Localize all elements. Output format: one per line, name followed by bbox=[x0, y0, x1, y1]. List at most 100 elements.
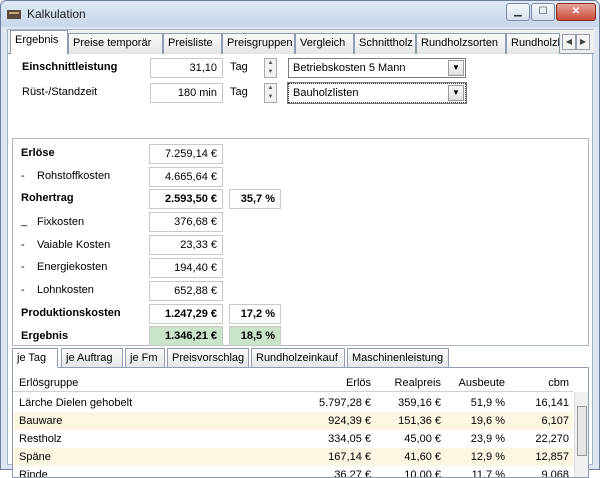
lohn-label: Lohnkosten bbox=[37, 284, 94, 296]
tab-ergebnis[interactable]: Ergebnis bbox=[10, 30, 68, 55]
cell-ausbeute: 51,9 % bbox=[470, 397, 505, 409]
cell-ausbeute: 11,7 % bbox=[471, 469, 505, 478]
tab-je-auftrag[interactable]: je Auftrag bbox=[61, 348, 123, 368]
ruestzeit-label: Rüst-/Standzeit bbox=[22, 86, 98, 98]
tab-scroll-right-icon[interactable]: ▶ bbox=[576, 34, 590, 50]
tab-vergleich[interactable]: Vergleich bbox=[295, 33, 354, 54]
tab-preisgruppen[interactable]: Preisgruppen bbox=[222, 33, 295, 54]
header-erloesgruppe[interactable]: Erlösgruppe bbox=[19, 374, 78, 392]
title-bar[interactable]: Kalkulation ▁ ☐ ✕ bbox=[1, 1, 599, 27]
einschnittleistung-unit: Tag bbox=[230, 61, 248, 73]
maximize-button[interactable]: ☐ bbox=[531, 3, 555, 21]
cell-realpreis: 10,00 € bbox=[404, 469, 441, 478]
rohertrag-label: Rohertrag bbox=[21, 192, 74, 204]
minimize-button[interactable]: ▁ bbox=[506, 3, 530, 21]
header-realpreis[interactable]: Realpreis bbox=[375, 374, 441, 392]
tab-schnittholz[interactable]: Schnittholz bbox=[354, 33, 416, 54]
cell-ausbeute: 23,9 % bbox=[470, 433, 505, 445]
tab-je-tag[interactable]: je Tag bbox=[12, 348, 58, 368]
cell-ausbeute: 19,6 % bbox=[470, 415, 505, 427]
fixkosten-value: 376,68 € bbox=[149, 212, 223, 232]
cell-cbm: 9,068 bbox=[541, 469, 569, 478]
cell-realpreis: 151,36 € bbox=[398, 415, 441, 427]
close-button[interactable]: ✕ bbox=[556, 3, 596, 21]
cell-erloesgruppe: Späne bbox=[19, 451, 51, 463]
ergebnis-percent: 18,5 % bbox=[229, 326, 281, 346]
rohstoff-label: Rohstoffkosten bbox=[37, 170, 111, 182]
einschnittleistung-input[interactable]: 31,10 bbox=[150, 58, 223, 78]
cell-erloes: 36,27 € bbox=[334, 469, 371, 478]
cell-erloes: 924,39 € bbox=[328, 415, 371, 427]
cell-erloesgruppe: Rinde bbox=[19, 469, 48, 478]
tab-scroll-left-icon[interactable]: ◀ bbox=[562, 34, 576, 50]
chevron-down-icon[interactable]: ▼ bbox=[448, 60, 464, 76]
energie-value: 194,40 € bbox=[149, 258, 223, 278]
header-ausbeute[interactable]: Ausbeute bbox=[443, 374, 505, 392]
energie-label: Energiekosten bbox=[37, 261, 108, 273]
betriebskosten-value: Betriebskosten 5 Mann bbox=[293, 62, 406, 74]
ruestzeit-spinner[interactable]: ▲ ▼ bbox=[264, 83, 277, 103]
cell-realpreis: 45,00 € bbox=[404, 433, 441, 445]
cell-realpreis: 359,16 € bbox=[398, 397, 441, 409]
variable-value: 23,33 € bbox=[149, 235, 223, 255]
table-header: Erlösgruppe Erlös Realpreis Ausbeute cbm bbox=[13, 374, 573, 392]
tab-rundholzlisten[interactable]: Rundholzl bbox=[506, 33, 560, 54]
tab-maschinenleistung[interactable]: Maschinenleistung bbox=[347, 348, 449, 368]
main-tab-bar: Ergebnis Preise temporär Preisliste Prei… bbox=[8, 30, 594, 55]
cell-erloes: 5.797,28 € bbox=[319, 397, 371, 409]
client-area: Ergebnis Preise temporär Preisliste Prei… bbox=[7, 29, 594, 478]
tab-preisvorschlag[interactable]: Preisvorschlag bbox=[167, 348, 249, 368]
variable-dash: - bbox=[21, 239, 25, 251]
cell-erloesgruppe: Lärche Dielen gehobelt bbox=[19, 397, 133, 409]
produktion-value: 1.247,29 € bbox=[149, 304, 223, 324]
scrollbar-thumb[interactable] bbox=[577, 406, 587, 456]
table-row[interactable]: Restholz 334,05 € 45,00 € 23,9 % 22,270 bbox=[13, 430, 573, 448]
detail-tab-bar: je Tag je Auftrag je Fm Preisvorschlag R… bbox=[12, 348, 589, 368]
cell-erloesgruppe: Restholz bbox=[19, 433, 62, 445]
rohertrag-value: 2.593,50 € bbox=[149, 189, 223, 209]
betriebskosten-select[interactable]: Betriebskosten 5 Mann ▼ bbox=[288, 58, 466, 78]
table-row[interactable]: Bauware 924,39 € 151,36 € 19,6 % 6,107 bbox=[13, 412, 573, 430]
energie-dash: - bbox=[21, 261, 25, 273]
table-row[interactable]: Lärche Dielen gehobelt 5.797,28 € 359,16… bbox=[13, 394, 573, 412]
erloese-value: 7.259,14 € bbox=[149, 144, 223, 164]
tab-rundholzeinkauf[interactable]: Rundholzeinkauf bbox=[251, 348, 345, 368]
cell-cbm: 22,270 bbox=[535, 433, 569, 445]
cell-cbm: 6,107 bbox=[541, 415, 569, 427]
chevron-down-icon[interactable]: ▼ bbox=[448, 85, 464, 101]
rohstoff-value: 4.665,64 € bbox=[149, 167, 223, 187]
produktion-label: Produktionskosten bbox=[21, 307, 121, 319]
einschnittleistung-label: Einschnittleistung bbox=[22, 61, 118, 73]
ergebnis-panel: Einschnittleistung 31,10 Tag ▲ ▼ Betriebs… bbox=[12, 58, 589, 478]
cell-cbm: 16,141 bbox=[535, 397, 569, 409]
einschnittleistung-spinner[interactable]: ▲ ▼ bbox=[264, 58, 277, 78]
header-cbm[interactable]: cbm bbox=[509, 374, 569, 392]
ruestzeit-unit: Tag bbox=[230, 86, 248, 98]
rohstoff-dash: - bbox=[21, 170, 25, 182]
app-icon bbox=[7, 10, 21, 19]
fixkosten-dash: _ bbox=[21, 215, 28, 227]
table-row[interactable]: Rinde 36,27 € 10,00 € 11,7 % 9,068 bbox=[13, 466, 573, 478]
tab-preisliste[interactable]: Preisliste bbox=[163, 33, 222, 54]
fixkosten-label: Fixkosten bbox=[37, 216, 85, 228]
table-scrollbar[interactable] bbox=[574, 392, 588, 477]
tab-je-fm[interactable]: je Fm bbox=[125, 348, 165, 368]
rohertrag-percent: 35,7 % bbox=[229, 189, 281, 209]
erloesgruppen-table: Erlösgruppe Erlös Realpreis Ausbeute cbm… bbox=[12, 367, 589, 478]
bauholzlisten-select[interactable]: Bauholzlisten ▼ bbox=[287, 82, 467, 104]
header-erloes[interactable]: Erlös bbox=[303, 374, 371, 392]
tab-preise-temporaer[interactable]: Preise temporär bbox=[68, 33, 163, 54]
window-title: Kalkulation bbox=[27, 7, 86, 21]
bauholzlisten-value: Bauholzlisten bbox=[293, 87, 359, 99]
ruestzeit-input[interactable]: 180 min bbox=[150, 83, 223, 103]
summary-box: Erlöse 7.259,14 € - Rohstoffkosten 4.665… bbox=[12, 138, 589, 346]
tab-rundholzsorten[interactable]: Rundholzsorten bbox=[416, 33, 506, 54]
cell-erloesgruppe: Bauware bbox=[19, 415, 63, 427]
produktion-percent: 17,2 % bbox=[229, 304, 281, 324]
lohn-value: 652,88 € bbox=[149, 281, 223, 301]
table-row[interactable]: Späne 167,14 € 41,60 € 12,9 % 12,857 bbox=[13, 448, 573, 466]
ergebnis-value: 1.346,21 € bbox=[149, 326, 223, 346]
ergebnis-label: Ergebnis bbox=[21, 330, 69, 342]
cell-erloes: 334,05 € bbox=[328, 433, 371, 445]
cell-cbm: 12,857 bbox=[535, 451, 569, 463]
